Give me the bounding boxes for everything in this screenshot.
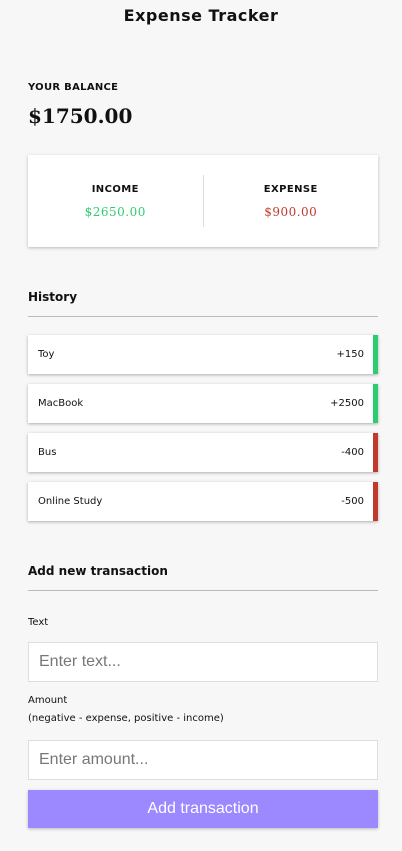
- expense-label: EXPENSE: [263, 183, 318, 195]
- income-label: INCOME: [91, 183, 139, 195]
- balance-label: YOUR BALANCE: [28, 82, 119, 93]
- transaction-name: Toy: [38, 349, 55, 360]
- transaction-amount: -400: [341, 447, 364, 458]
- list-item[interactable]: MacBook +2500: [28, 384, 378, 423]
- balance-value: $1750.00: [28, 104, 133, 128]
- transaction-name: Bus: [38, 447, 57, 458]
- transaction-amount: +2500: [330, 398, 364, 409]
- transaction-type-bar: [373, 482, 378, 521]
- income-expense-card: INCOME $2650.00 EXPENSE $900.00: [28, 155, 378, 247]
- amount-hint: (negative - expense, positive - income): [28, 713, 224, 724]
- history-heading: History: [28, 290, 378, 317]
- list-item[interactable]: Toy +150: [28, 335, 378, 374]
- transaction-amount: -500: [341, 496, 364, 507]
- expense-value: $900.00: [264, 204, 318, 219]
- amount-input[interactable]: [28, 740, 378, 780]
- income-section: INCOME $2650.00: [28, 184, 203, 219]
- income-value: $2650.00: [84, 204, 146, 219]
- expense-tracker-app: Expense Tracker YOUR BALANCE $1750.00 IN…: [0, 0, 402, 851]
- transaction-amount: +150: [336, 349, 364, 360]
- amount-label: Amount: [28, 695, 68, 706]
- transaction-type-bar: [373, 384, 378, 423]
- add-transaction-heading: Add new transaction: [28, 564, 378, 591]
- transaction-name: MacBook: [38, 398, 84, 409]
- transaction-type-bar: [373, 433, 378, 472]
- list-item[interactable]: Online Study -500: [28, 482, 378, 521]
- text-label: Text: [28, 617, 49, 628]
- list-item[interactable]: Bus -400: [28, 433, 378, 472]
- app-title: Expense Tracker: [123, 6, 279, 25]
- transaction-name: Online Study: [38, 496, 103, 507]
- amount-field-label: Amount (negative - expense, positive - i…: [28, 692, 224, 728]
- expense-section: EXPENSE $900.00: [204, 184, 379, 219]
- transaction-type-bar: [373, 335, 378, 374]
- add-transaction-button[interactable]: Add transaction: [28, 790, 378, 828]
- text-field-label: Text: [28, 614, 48, 632]
- history-list: Toy +150 MacBook +2500 Bus -400 Online S…: [28, 335, 378, 531]
- text-input[interactable]: [28, 642, 378, 682]
